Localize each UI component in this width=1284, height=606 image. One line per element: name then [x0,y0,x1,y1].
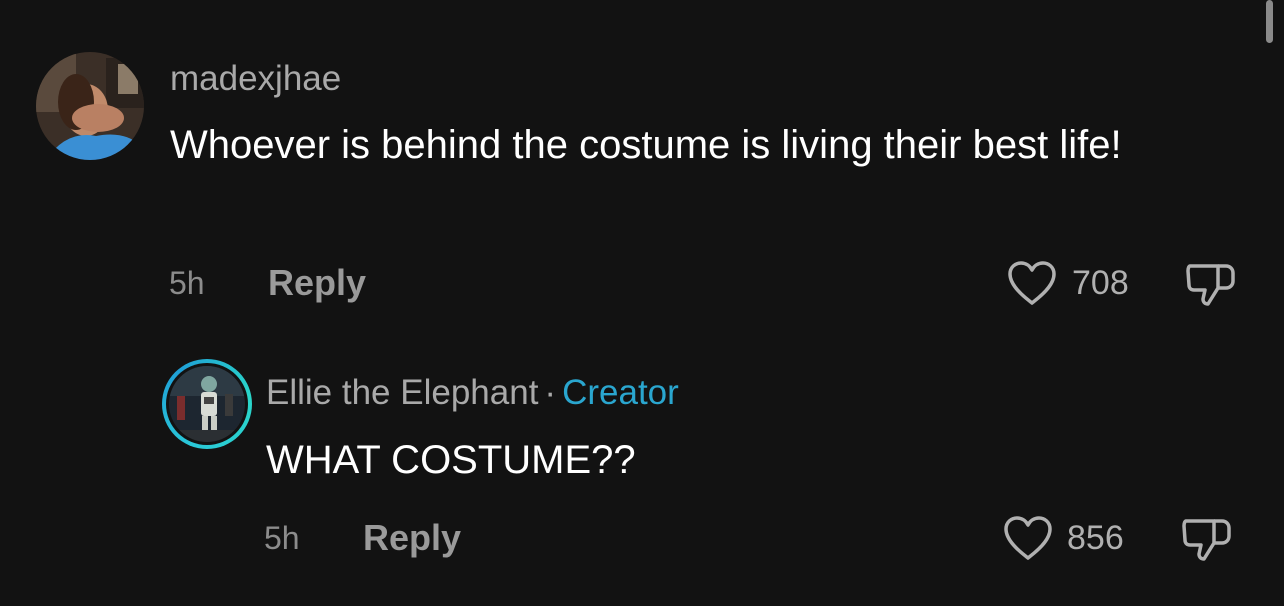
avatar[interactable] [36,52,144,160]
username[interactable]: madexjhae [170,61,341,96]
dislike-icon[interactable] [1184,260,1238,308]
creator-avatar-ring[interactable] [162,359,252,449]
reply-button[interactable]: Reply [268,265,366,301]
heart-icon[interactable] [1002,515,1054,561]
reply-time: 5h [264,520,300,556]
like-count: 856 [1067,519,1124,557]
comment-time: 5h [169,265,205,301]
username[interactable]: Ellie the Elephant [266,373,538,412]
separator-dot: · [544,373,557,412]
creator-badge: Creator [562,373,679,412]
dislike-icon[interactable] [1180,515,1234,563]
scrollbar[interactable] [1266,0,1273,43]
avatar[interactable] [169,366,245,442]
reply-text: WHAT COSTUME?? [266,438,636,482]
comment-text: Whoever is behind the costume is living … [170,123,1122,167]
reply-username-line: Ellie the Elephant · Creator [266,375,679,410]
heart-icon[interactable] [1006,260,1058,306]
reply-button[interactable]: Reply [363,520,461,556]
like-count: 708 [1072,264,1129,302]
